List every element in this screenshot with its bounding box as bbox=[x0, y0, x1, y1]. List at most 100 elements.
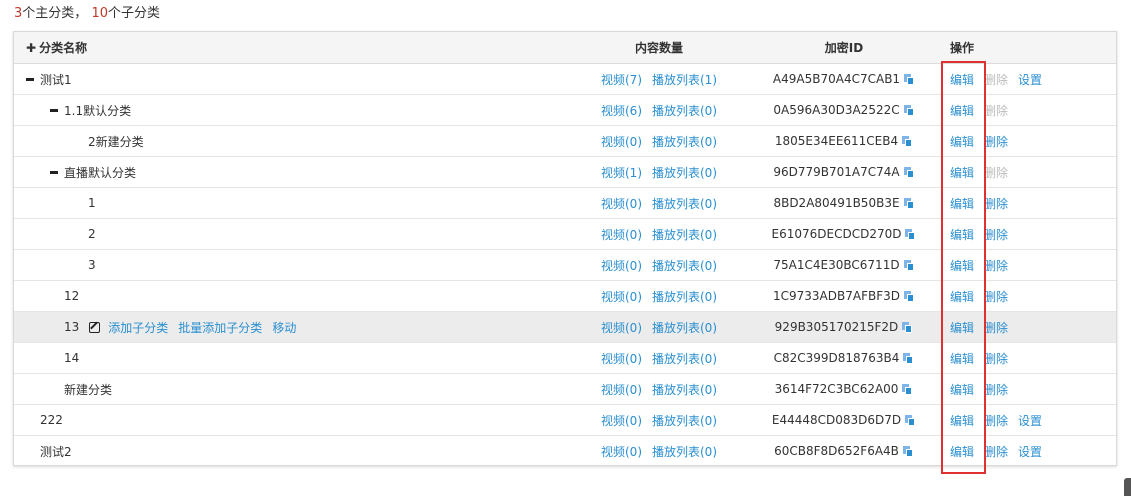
delete-link[interactable]: 删除 bbox=[984, 319, 1008, 336]
minus-icon[interactable] bbox=[50, 108, 58, 112]
operations-cell: 编辑 删除 bbox=[944, 188, 1120, 218]
table-row: 测试2 视频(0) 播放列表(0) 60CB8F8D652F6A4B 编辑 删除 设置 bbox=[14, 436, 1116, 466]
minus-icon[interactable] bbox=[50, 170, 58, 174]
playlist-count-link[interactable]: 播放列表(0) bbox=[652, 133, 717, 150]
table-row: 测试1 视频(7) 播放列表(1) A49A5B70A4C7CAB1 编辑 删除 设置 bbox=[14, 64, 1116, 95]
video-count-link[interactable]: 视频(0) bbox=[601, 412, 642, 429]
playlist-count-link[interactable]: 播放列表(0) bbox=[652, 412, 717, 429]
edit-link[interactable]: 编辑 bbox=[950, 443, 974, 460]
copy-icon[interactable] bbox=[905, 414, 916, 426]
encrypted-id: 0A596A30D3A2522C bbox=[773, 103, 900, 117]
batch-add-subcategory-link[interactable]: 批量添加子分类 bbox=[178, 319, 262, 336]
operations-cell: 编辑 删除 bbox=[944, 219, 1120, 249]
operations-cell: 编辑 删除 bbox=[944, 250, 1120, 280]
edit-icon[interactable] bbox=[89, 321, 101, 333]
video-count-link[interactable]: 视频(0) bbox=[601, 133, 642, 150]
delete-link[interactable]: 删除 bbox=[984, 412, 1008, 429]
edit-link[interactable]: 编辑 bbox=[950, 71, 974, 88]
content-count-cell: 视频(0) 播放列表(0) bbox=[574, 405, 744, 435]
encrypted-id: 3614F72C3BC62A00 bbox=[774, 382, 899, 396]
delete-link[interactable]: 删除 bbox=[984, 381, 1008, 398]
edit-link[interactable]: 编辑 bbox=[950, 288, 974, 305]
video-count-link[interactable]: 视频(7) bbox=[601, 71, 642, 88]
video-count-link[interactable]: 视频(6) bbox=[601, 102, 642, 119]
delete-link[interactable]: 删除 bbox=[984, 288, 1008, 305]
category-name: 测试2 bbox=[40, 444, 72, 459]
settings-link[interactable]: 设置 bbox=[1018, 71, 1042, 88]
category-name-cell: 1.1默认分类 bbox=[14, 95, 610, 125]
header-operations: 操作 bbox=[950, 41, 975, 55]
edit-link[interactable]: 编辑 bbox=[950, 350, 974, 367]
delete-link[interactable]: 删除 bbox=[984, 443, 1008, 460]
settings-link[interactable]: 设置 bbox=[1018, 443, 1042, 460]
content-count-cell: 视频(0) 播放列表(0) bbox=[574, 436, 744, 466]
playlist-count-link[interactable]: 播放列表(0) bbox=[652, 319, 717, 336]
minus-icon[interactable] bbox=[26, 77, 34, 81]
plus-icon[interactable]: ✚ bbox=[26, 41, 36, 55]
content-count-cell: 视频(6) 播放列表(0) bbox=[574, 95, 744, 125]
copy-icon[interactable] bbox=[903, 259, 915, 271]
playlist-count-link[interactable]: 播放列表(0) bbox=[652, 443, 717, 460]
content-count-cell: 视频(0) 播放列表(0) bbox=[574, 374, 744, 404]
playlist-count-link[interactable]: 播放列表(0) bbox=[652, 288, 717, 305]
encrypted-id-cell: 60CB8F8D652F6A4B bbox=[744, 436, 944, 466]
copy-icon[interactable] bbox=[904, 290, 915, 302]
delete-link[interactable]: 删除 bbox=[984, 257, 1008, 274]
playlist-count-link[interactable]: 播放列表(0) bbox=[652, 226, 717, 243]
category-name-cell: 222 bbox=[14, 405, 600, 435]
operations-cell: 编辑 删除 bbox=[944, 374, 1120, 404]
playlist-count-link[interactable]: 播放列表(0) bbox=[652, 257, 717, 274]
copy-icon[interactable] bbox=[902, 383, 913, 395]
copy-icon[interactable] bbox=[904, 73, 915, 85]
scrollbar-handle[interactable] bbox=[1124, 478, 1131, 496]
encrypted-id: 96D779B701A7C74A bbox=[773, 165, 900, 179]
category-summary: 3个主分类， 10个子分类 bbox=[14, 2, 160, 21]
copy-icon[interactable] bbox=[902, 321, 913, 333]
operations-cell: 编辑 删除 bbox=[944, 343, 1120, 373]
video-count-link[interactable]: 视频(0) bbox=[601, 226, 642, 243]
copy-icon[interactable] bbox=[903, 104, 915, 116]
add-subcategory-link[interactable]: 添加子分类 bbox=[108, 319, 168, 336]
settings-link[interactable]: 设置 bbox=[1018, 412, 1042, 429]
playlist-count-link[interactable]: 播放列表(1) bbox=[652, 71, 717, 88]
edit-link[interactable]: 编辑 bbox=[950, 164, 974, 181]
edit-link[interactable]: 编辑 bbox=[950, 133, 974, 150]
video-count-link[interactable]: 视频(0) bbox=[601, 257, 642, 274]
video-count-link[interactable]: 视频(1) bbox=[601, 164, 642, 181]
video-count-link[interactable]: 视频(0) bbox=[601, 443, 642, 460]
video-count-link[interactable]: 视频(0) bbox=[601, 195, 642, 212]
edit-link[interactable]: 编辑 bbox=[950, 102, 974, 119]
move-link[interactable]: 移动 bbox=[272, 319, 296, 336]
copy-icon[interactable] bbox=[903, 166, 915, 178]
category-name: 1 bbox=[88, 196, 96, 210]
table-row: 新建分类 视频(0) 播放列表(0) 3614F72C3BC62A00 编辑 删除 bbox=[14, 374, 1116, 405]
video-count-link[interactable]: 视频(0) bbox=[601, 319, 642, 336]
delete-link[interactable]: 删除 bbox=[984, 226, 1008, 243]
delete-link[interactable]: 删除 bbox=[984, 350, 1008, 367]
edit-link[interactable]: 编辑 bbox=[950, 257, 974, 274]
encrypted-id-cell: E61076DECDCD270D bbox=[744, 219, 944, 249]
copy-icon[interactable] bbox=[902, 135, 913, 147]
copy-icon[interactable] bbox=[903, 197, 915, 209]
encrypted-id: 929B305170215F2D bbox=[774, 320, 899, 334]
video-count-link[interactable]: 视频(0) bbox=[601, 288, 642, 305]
edit-link[interactable]: 编辑 bbox=[950, 195, 974, 212]
copy-icon[interactable] bbox=[902, 445, 914, 457]
edit-link[interactable]: 编辑 bbox=[950, 319, 974, 336]
delete-link[interactable]: 删除 bbox=[984, 133, 1008, 150]
playlist-count-link[interactable]: 播放列表(0) bbox=[652, 195, 717, 212]
playlist-count-link[interactable]: 播放列表(0) bbox=[652, 350, 717, 367]
playlist-count-link[interactable]: 播放列表(0) bbox=[652, 102, 717, 119]
copy-icon[interactable] bbox=[905, 228, 916, 240]
category-name-cell: 3 bbox=[14, 250, 648, 280]
table-row: 3 视频(0) 播放列表(0) 75A1C4E30BC6711D 编辑 删除 bbox=[14, 250, 1116, 281]
playlist-count-link[interactable]: 播放列表(0) bbox=[652, 381, 717, 398]
copy-icon[interactable] bbox=[903, 352, 914, 364]
video-count-link[interactable]: 视频(0) bbox=[601, 381, 642, 398]
playlist-count-link[interactable]: 播放列表(0) bbox=[652, 164, 717, 181]
video-count-link[interactable]: 视频(0) bbox=[601, 350, 642, 367]
delete-link[interactable]: 删除 bbox=[984, 195, 1008, 212]
edit-link[interactable]: 编辑 bbox=[950, 226, 974, 243]
edit-link[interactable]: 编辑 bbox=[950, 381, 974, 398]
edit-link[interactable]: 编辑 bbox=[950, 412, 974, 429]
